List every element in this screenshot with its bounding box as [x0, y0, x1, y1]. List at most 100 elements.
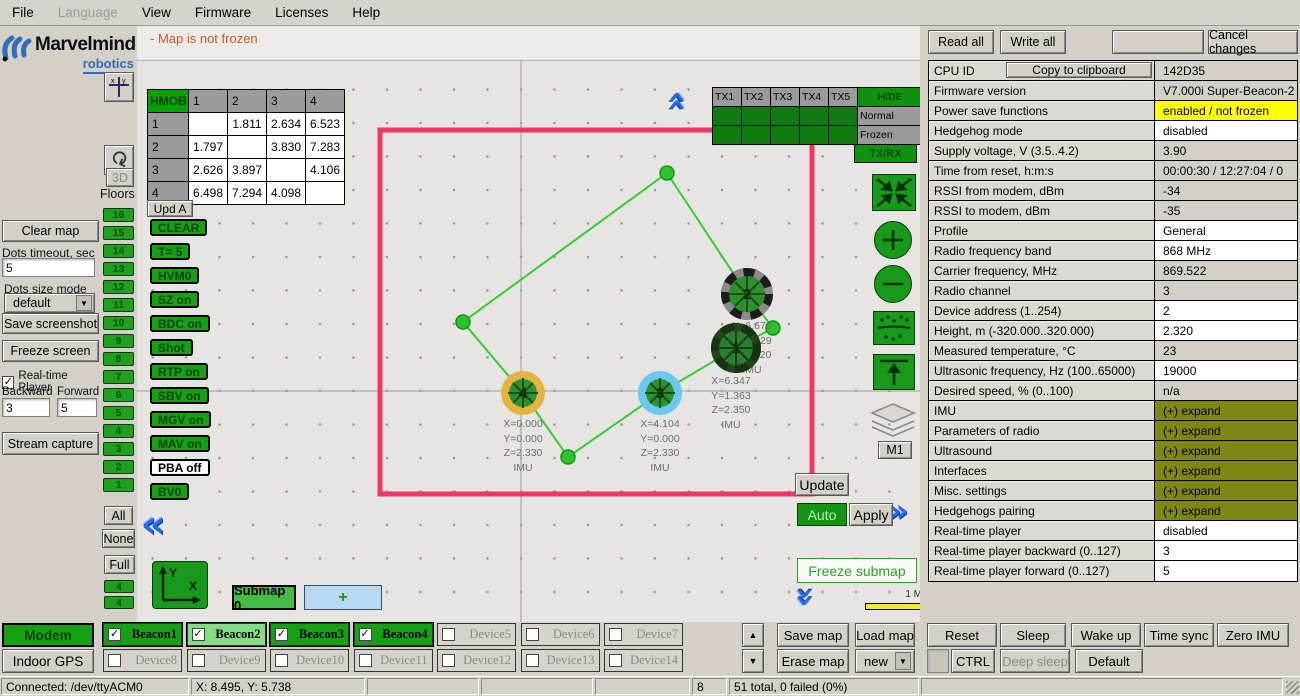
parameter-value[interactable]: -34 — [1155, 181, 1297, 200]
floor-button-14[interactable]: 2 — [103, 460, 134, 474]
m1-button[interactable]: M1 — [878, 441, 912, 459]
parameter-value[interactable]: (+) expand — [1155, 461, 1297, 480]
device-checkbox[interactable] — [609, 654, 622, 667]
tx2-header[interactable]: TX2 — [742, 88, 770, 106]
parameter-value[interactable]: (+) expand — [1155, 401, 1297, 420]
deep-sleep-button[interactable]: Deep sleep — [1000, 649, 1070, 673]
hmob-cell-7[interactable]: 1.811 — [228, 113, 266, 135]
floor-button-13[interactable]: 3 — [103, 442, 134, 456]
axis-orientation-button[interactable]: Y X — [152, 561, 208, 609]
parameter-value[interactable]: 3 — [1155, 281, 1297, 300]
floor-button-11[interactable]: 5 — [103, 406, 134, 420]
menu-licenses[interactable]: Licenses — [275, 5, 328, 20]
hmob-cell-10[interactable]: 2 — [148, 136, 188, 158]
selection-rectangle[interactable] — [380, 130, 812, 494]
device-tab-r1-1[interactable]: ✓ Beacon2 — [187, 623, 266, 646]
expand-up-icon[interactable]: « — [662, 91, 694, 112]
hmob-cell-16[interactable]: 2.626 — [189, 159, 227, 181]
device-checkbox[interactable] — [192, 654, 205, 667]
parameter-value[interactable]: 19000 — [1155, 361, 1297, 380]
dots-display-button[interactable] — [873, 311, 915, 345]
hmob-cell-4[interactable]: 4 — [306, 90, 344, 112]
device-checkbox[interactable] — [108, 654, 121, 667]
parameter-value[interactable]: V7.000i Super-Beacon-2 — [1155, 81, 1297, 100]
device-tab-r2-4[interactable]: Device12 — [437, 649, 516, 672]
device-checkbox[interactable]: ✓ — [359, 628, 372, 641]
tx-hide-button[interactable]: HIDE — [858, 88, 920, 106]
map-control-button-8[interactable]: MGV on — [150, 411, 211, 428]
map-control-button-6[interactable]: RTP on — [150, 363, 208, 380]
beacon-marker-4[interactable]: 4 — [505, 375, 541, 411]
ctrl-button[interactable]: CTRL — [951, 649, 995, 673]
tx-cell[interactable] — [829, 126, 857, 144]
map-control-button-0[interactable]: CLEAR — [150, 219, 207, 236]
parameter-value[interactable]: disabled — [1155, 521, 1297, 540]
blank-button[interactable] — [1112, 30, 1204, 54]
parameter-value[interactable]: enabled / not frozen — [1155, 101, 1297, 120]
default-button[interactable]: Default — [1075, 649, 1143, 673]
write-all-button[interactable]: Write all — [1000, 30, 1066, 54]
stream-capture-button[interactable]: Stream capture — [2, 432, 99, 455]
device-tab-r2-2[interactable]: Device10 — [270, 649, 349, 672]
floors-extra2-button[interactable]: 4 — [104, 596, 134, 609]
reset-button[interactable]: Reset — [927, 623, 997, 647]
device-checkbox[interactable] — [526, 654, 539, 667]
device-tab-r2-3[interactable]: Device11 — [354, 649, 433, 672]
map-canvas[interactable]: X=0.000Y=0.000 Z=2.330IMU X=4.104Y=0.000… — [137, 60, 920, 622]
device-tab-r1-0[interactable]: ✓ Beacon1 — [103, 623, 182, 646]
map-select-dropdown[interactable]: new ▼ — [855, 649, 915, 673]
hmob-cell-24[interactable] — [306, 182, 344, 204]
floor-button-15[interactable]: 1 — [103, 478, 134, 492]
map-control-button-7[interactable]: SBV on — [150, 387, 209, 404]
map-control-button-5[interactable]: Shot — [150, 339, 193, 356]
menu-view[interactable]: View — [142, 5, 171, 20]
tx-cell[interactable] — [800, 107, 828, 125]
3d-view-button[interactable]: 3D — [106, 168, 134, 187]
hmob-cell-18[interactable] — [267, 159, 305, 181]
forward-input[interactable] — [57, 398, 97, 417]
parameter-value[interactable]: 3.90 — [1155, 141, 1297, 160]
floor-button-6[interactable]: 10 — [103, 316, 134, 330]
tx-cell[interactable] — [771, 126, 799, 144]
floor-button-8[interactable]: 8 — [103, 352, 134, 366]
floors-all-button[interactable]: All — [104, 506, 133, 525]
parameter-value[interactable]: (+) expand — [1155, 481, 1297, 500]
map-control-button-1[interactable]: T= 5 — [150, 243, 190, 260]
parameter-value[interactable]: (+) expand — [1155, 441, 1297, 460]
save-screenshot-button[interactable]: Save screenshot — [2, 313, 99, 334]
hmob-cell-9[interactable]: 6.523 — [306, 113, 344, 135]
zero-imu-button[interactable]: Zero IMU — [1217, 623, 1289, 647]
hmob-cell-17[interactable]: 3.897 — [228, 159, 266, 181]
device-tab-r1-2[interactable]: ✓ Beacon3 — [270, 623, 349, 646]
hmob-cell-19[interactable]: 4.106 — [306, 159, 344, 181]
parameter-value[interactable]: n/a — [1155, 381, 1297, 400]
floor-button-3[interactable]: 13 — [103, 262, 134, 276]
parameter-value[interactable]: (+) expand — [1155, 501, 1297, 520]
tx4-header[interactable]: TX4 — [800, 88, 828, 106]
collapse-left-icon[interactable]: « — [141, 505, 166, 543]
wake-up-button[interactable]: Wake up — [1071, 623, 1141, 647]
menu-firmware[interactable]: Firmware — [195, 5, 251, 20]
load-map-button[interactable]: Load map — [855, 623, 915, 647]
auto-button[interactable]: Auto — [797, 503, 847, 526]
axes-view-button[interactable]: x y — [104, 72, 134, 102]
map-control-button-3[interactable]: SZ on — [150, 291, 199, 308]
device-tab-r2-5[interactable]: Device13 — [521, 649, 600, 672]
floors-full-button[interactable]: Full — [104, 555, 135, 574]
hmob-cell-3[interactable]: 3 — [267, 90, 305, 112]
map-control-button-10[interactable]: PBA off — [150, 459, 210, 476]
parameter-value[interactable]: (+) expand — [1155, 421, 1297, 440]
hmob-cell-11[interactable]: 1.797 — [189, 136, 227, 158]
parameter-value[interactable]: -35 — [1155, 201, 1297, 220]
device-checkbox[interactable] — [609, 628, 622, 641]
save-map-button[interactable]: Save map — [777, 623, 849, 647]
zoom-in-button[interactable] — [874, 221, 912, 259]
upload-map-button[interactable] — [873, 354, 915, 390]
device-tab-r1-3[interactable]: ✓ Beacon4 — [354, 623, 433, 646]
tx-cell[interactable] — [829, 107, 857, 125]
upd-a-button[interactable]: Upd A — [147, 200, 193, 217]
menu-help[interactable]: Help — [352, 5, 380, 20]
map-control-button-9[interactable]: MAV on — [150, 435, 210, 452]
parameter-value[interactable]: 868 MHz — [1155, 241, 1297, 260]
tx5-header[interactable]: TX5 — [829, 88, 857, 106]
